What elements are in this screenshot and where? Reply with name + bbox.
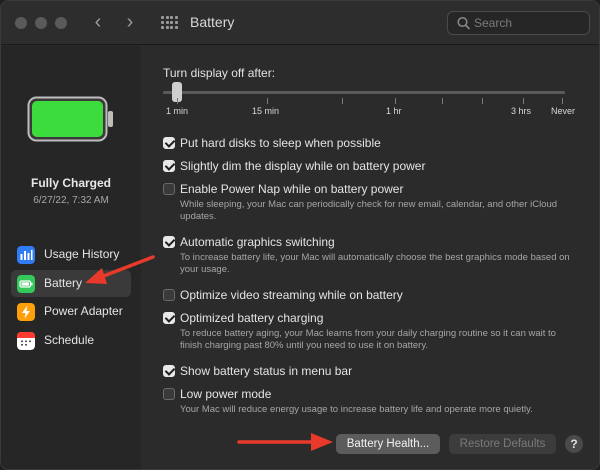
annotation-arrow-battery xyxy=(85,255,155,284)
annotation-arrow-battery-health xyxy=(237,433,333,451)
annotation-arrows xyxy=(85,255,333,451)
preferences-window: ‹ › Battery Fully Charged 6/27/22, 7:32 … xyxy=(0,0,600,470)
